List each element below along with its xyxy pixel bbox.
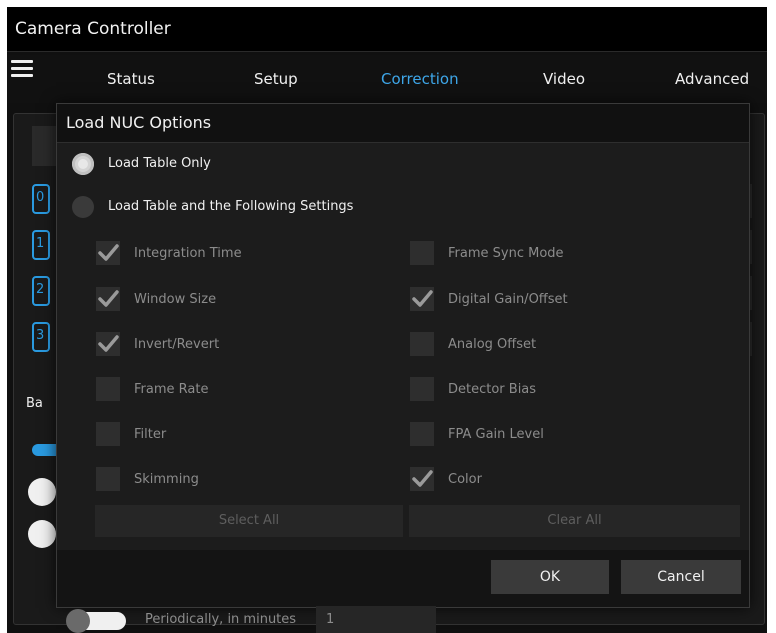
- periodic-row: Periodically, in minutes 1: [7, 602, 767, 633]
- periodic-toggle[interactable]: [66, 609, 126, 633]
- checkbox-frame-sync-mode[interactable]: [410, 241, 434, 265]
- checkbox-invert-revert[interactable]: [96, 332, 120, 356]
- checkbox-label: Analog Offset: [448, 337, 537, 352]
- checkbox-label: Window Size: [134, 292, 217, 307]
- checkbox-frame-rate[interactable]: [96, 377, 120, 401]
- radio-load-table-only[interactable]: [72, 153, 94, 175]
- checkbox-window-size[interactable]: [96, 287, 120, 311]
- load-nuc-options-dialog: Load NUC Options Load Table Only Load Ta…: [56, 103, 750, 608]
- dialog-footer: OK Cancel: [57, 550, 749, 607]
- checkbox-label: FPA Gain Level: [448, 427, 544, 442]
- tab-correction[interactable]: Correction: [381, 70, 459, 88]
- checkbox-label: Color: [448, 472, 482, 487]
- checkbox-label: Invert/Revert: [134, 337, 220, 352]
- checkbox-label: Frame Sync Mode: [448, 246, 564, 261]
- dialog-title: Load NUC Options: [66, 113, 212, 132]
- periodic-label: Periodically, in minutes: [145, 612, 297, 627]
- periodic-minutes-input[interactable]: 1: [316, 606, 436, 633]
- checkbox-label: Digital Gain/Offset: [448, 292, 568, 307]
- checkbox-filter[interactable]: [96, 422, 120, 446]
- checkbox-label: Integration Time: [134, 246, 242, 261]
- select-all-button[interactable]: Select All: [95, 505, 403, 537]
- bg-blue-item: 2: [32, 276, 50, 306]
- radio-load-table-settings[interactable]: [72, 196, 94, 218]
- checkbox-label: Filter: [134, 427, 167, 442]
- bg-side-label: Ba: [26, 396, 43, 411]
- dialog-header: Load NUC Options: [57, 104, 749, 143]
- app-title: Camera Controller: [15, 19, 171, 39]
- bg-blue-item: 3: [32, 322, 50, 352]
- checkbox-fpa-gain-level[interactable]: [410, 422, 434, 446]
- bg-radio: [28, 478, 56, 506]
- bg-blue-item: 1: [32, 230, 50, 260]
- bg-radio: [28, 520, 56, 548]
- checkbox-color[interactable]: [410, 467, 434, 491]
- checkbox-skimming[interactable]: [96, 467, 120, 491]
- radio-label: Load Table Only: [108, 156, 211, 171]
- app-window: Camera Controller Status Setup Correctio…: [7, 7, 767, 633]
- nav-bar: Status Setup Correction Video Advanced: [7, 55, 767, 103]
- cancel-button[interactable]: Cancel: [621, 560, 741, 594]
- hamburger-menu-icon[interactable]: [11, 60, 33, 80]
- checkbox-integration-time[interactable]: [96, 241, 120, 265]
- tab-advanced[interactable]: Advanced: [675, 70, 749, 88]
- title-bar: Camera Controller: [7, 7, 767, 52]
- tab-video[interactable]: Video: [543, 70, 585, 88]
- tab-setup[interactable]: Setup: [254, 70, 298, 88]
- bg-control: [32, 126, 56, 166]
- clear-all-button[interactable]: Clear All: [409, 505, 740, 537]
- ok-button[interactable]: OK: [491, 560, 609, 594]
- radio-label: Load Table and the Following Settings: [108, 199, 354, 214]
- checkbox-label: Detector Bias: [448, 382, 537, 397]
- bg-blue-item: 0: [32, 184, 50, 214]
- checkbox-analog-offset[interactable]: [410, 332, 434, 356]
- checkbox-digital-gain-offset[interactable]: [410, 287, 434, 311]
- checkbox-label: Frame Rate: [134, 382, 209, 397]
- checkbox-detector-bias[interactable]: [410, 377, 434, 401]
- checkbox-label: Skimming: [134, 472, 199, 487]
- tab-status[interactable]: Status: [107, 70, 155, 88]
